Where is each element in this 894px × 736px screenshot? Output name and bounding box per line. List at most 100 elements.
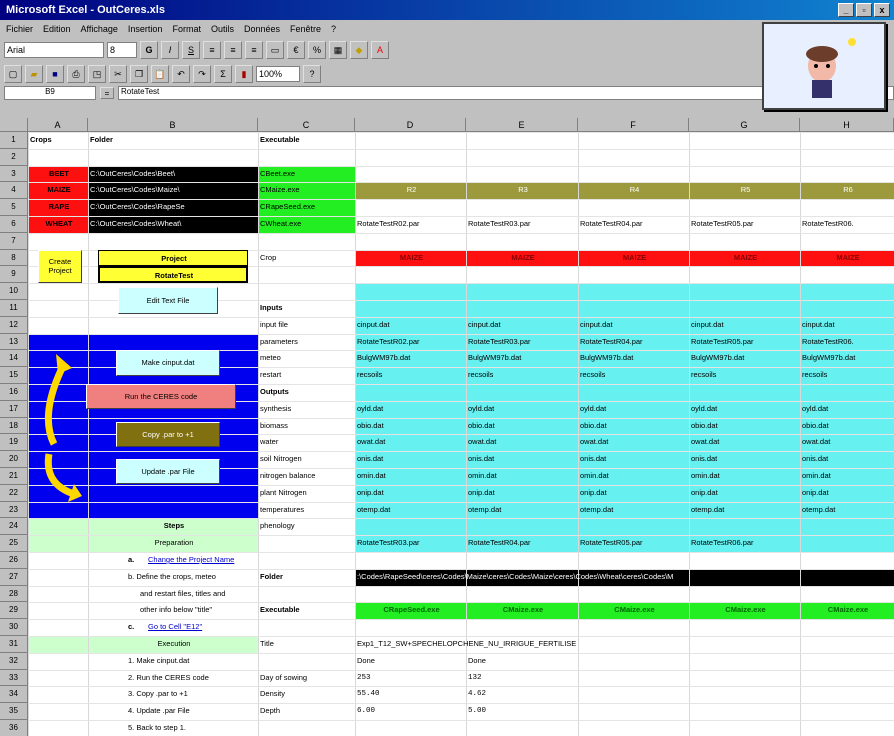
row-header[interactable]: 3: [0, 165, 28, 183]
row-header[interactable]: 36: [0, 720, 28, 736]
currency-icon[interactable]: €: [287, 41, 305, 59]
close-button[interactable]: x: [874, 3, 890, 17]
help-icon[interactable]: ?: [303, 65, 321, 83]
row-header[interactable]: 26: [0, 552, 28, 569]
row-header[interactable]: 24: [0, 518, 28, 536]
row-header[interactable]: 1: [0, 132, 28, 149]
row-header[interactable]: 11: [0, 300, 28, 317]
sum-icon[interactable]: Σ: [214, 65, 232, 83]
row-header[interactable]: 21: [0, 468, 28, 485]
folder-row-text: :\Codes\RapeSeed\ceres\Codes\Maize\ceres…: [357, 571, 674, 581]
menu-affichage[interactable]: Affichage: [81, 20, 118, 38]
goto-cell-link[interactable]: Go to Cell "E12": [146, 619, 256, 636]
row-header[interactable]: 6: [0, 216, 28, 233]
run-ceres-button[interactable]: Run the CERES code: [86, 384, 236, 410]
row-header[interactable]: 12: [0, 316, 28, 334]
row-header[interactable]: 2: [0, 148, 28, 166]
save-icon[interactable]: ■: [46, 65, 64, 83]
row-header[interactable]: 31: [0, 636, 28, 653]
menu-outils[interactable]: Outils: [211, 20, 234, 38]
column-header-b[interactable]: B: [88, 118, 258, 132]
make-cinput-button[interactable]: Make cinput.dat: [116, 350, 220, 376]
row-header[interactable]: 35: [0, 703, 28, 720]
restore-button[interactable]: ▫: [856, 3, 872, 17]
underline-icon[interactable]: S: [182, 41, 200, 59]
font-size-select[interactable]: 8: [107, 42, 137, 58]
open-icon[interactable]: ▰: [25, 65, 43, 83]
select-all-corner[interactable]: [0, 118, 28, 132]
column-header-g[interactable]: G: [689, 118, 800, 132]
italic-icon[interactable]: I: [161, 41, 179, 59]
update-par-button[interactable]: Update .par File: [116, 459, 220, 485]
menu-insertion[interactable]: Insertion: [128, 20, 163, 38]
column-header-a[interactable]: A: [28, 118, 88, 132]
cut-icon[interactable]: ✂: [109, 65, 127, 83]
row-header[interactable]: 25: [0, 535, 28, 552]
column-header-f[interactable]: F: [578, 118, 689, 132]
row-header[interactable]: 16: [0, 384, 28, 401]
column-header-e[interactable]: E: [466, 118, 578, 132]
column-header-h[interactable]: H: [800, 118, 894, 132]
row-header[interactable]: 9: [0, 266, 28, 284]
font-select[interactable]: Arial: [4, 42, 104, 58]
new-icon[interactable]: ▢: [4, 65, 22, 83]
row-header[interactable]: 30: [0, 619, 28, 636]
bold-icon[interactable]: G: [140, 41, 158, 59]
row-header[interactable]: 14: [0, 350, 28, 368]
chart-icon[interactable]: ▮: [235, 65, 253, 83]
align-center-icon[interactable]: ≡: [224, 41, 242, 59]
office-assistant[interactable]: [762, 22, 886, 110]
row-header[interactable]: 32: [0, 652, 28, 670]
menu-help[interactable]: ?: [331, 20, 336, 38]
minimize-button[interactable]: _: [838, 3, 854, 17]
row-header[interactable]: 33: [0, 669, 28, 687]
edit-text-file-button[interactable]: Edit Text File: [118, 287, 218, 315]
menu-donnees[interactable]: Données: [244, 20, 280, 38]
menu-fenetre[interactable]: Fenêtre: [290, 20, 321, 38]
redo-icon[interactable]: ↷: [193, 65, 211, 83]
column-header-d[interactable]: D: [355, 118, 466, 132]
row-header[interactable]: 7: [0, 232, 28, 250]
fill-color-icon[interactable]: ◆: [350, 41, 368, 59]
row-header[interactable]: 34: [0, 686, 28, 704]
row-header[interactable]: 29: [0, 602, 28, 620]
copy-par-button[interactable]: Copy .par to +1: [116, 421, 220, 447]
print-icon[interactable]: ⎙: [67, 65, 85, 83]
zoom-select[interactable]: 100%: [256, 66, 300, 82]
row-header[interactable]: 5: [0, 199, 28, 216]
row-header[interactable]: 19: [0, 434, 28, 452]
align-right-icon[interactable]: ≡: [245, 41, 263, 59]
paste-icon[interactable]: 📋: [151, 65, 169, 83]
row-header[interactable]: 13: [0, 333, 28, 351]
borders-icon[interactable]: ▦: [329, 41, 347, 59]
merge-icon[interactable]: ▭: [266, 41, 284, 59]
crop-folder: C:\OutCeres\Codes\Wheat\: [90, 219, 182, 228]
percent-icon[interactable]: %: [308, 41, 326, 59]
project-name[interactable]: RotateTest: [98, 266, 248, 284]
copy-icon[interactable]: ❐: [130, 65, 148, 83]
row-header[interactable]: 27: [0, 568, 28, 586]
undo-icon[interactable]: ↶: [172, 65, 190, 83]
row-header[interactable]: 18: [0, 417, 28, 435]
row-header[interactable]: 15: [0, 367, 28, 384]
menu-edition[interactable]: Edition: [43, 20, 71, 38]
row-header[interactable]: 28: [0, 585, 28, 603]
change-project-name-link[interactable]: Change the Project Name: [146, 552, 256, 569]
row-header[interactable]: 17: [0, 400, 28, 418]
column-header-c[interactable]: C: [258, 118, 355, 132]
fx-icon[interactable]: =: [100, 87, 114, 99]
preview-icon[interactable]: ◳: [88, 65, 106, 83]
font-color-icon[interactable]: A: [371, 41, 389, 59]
row-header[interactable]: 10: [0, 283, 28, 300]
row-header[interactable]: 8: [0, 249, 28, 267]
menu-format[interactable]: Format: [172, 20, 201, 38]
row-header[interactable]: 22: [0, 484, 28, 502]
row-header[interactable]: 4: [0, 182, 28, 200]
row-header[interactable]: 20: [0, 451, 28, 468]
worksheet-grid[interactable]: A B C D E F G H 1 2 3 4 5 6 7 8 9 10 11 12 13 14 15 16 1…: [0, 118, 894, 736]
menu-fichier[interactable]: Fichier: [6, 20, 33, 38]
name-box[interactable]: B9: [4, 86, 96, 100]
create-project-button[interactable]: Create Project: [38, 249, 82, 284]
row-header[interactable]: 23: [0, 501, 28, 519]
align-left-icon[interactable]: ≡: [203, 41, 221, 59]
